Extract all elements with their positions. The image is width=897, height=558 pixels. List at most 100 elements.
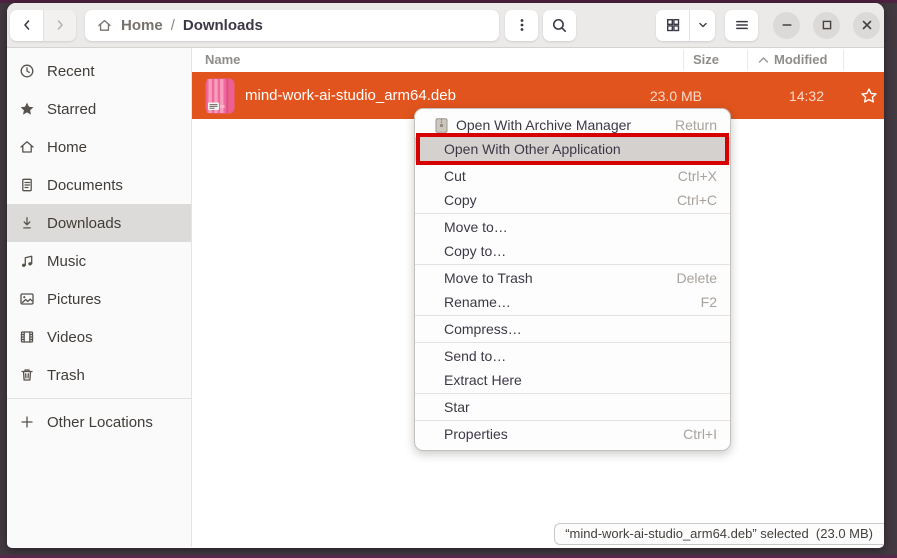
column-header-size[interactable]: Size bbox=[693, 52, 719, 67]
sidebar-item-videos[interactable]: Videos bbox=[7, 318, 191, 356]
file-name: mind-work-ai-studio_arm64.deb bbox=[245, 87, 456, 104]
grid-view-icon bbox=[665, 17, 681, 33]
menu-shortcut: Ctrl+C bbox=[677, 192, 717, 208]
menu-item-label: Extract Here bbox=[444, 372, 717, 388]
menu-separator bbox=[415, 393, 730, 394]
menu-item-copy-to[interactable]: Copy to… bbox=[415, 239, 730, 263]
sidebar-item-label: Trash bbox=[47, 367, 85, 384]
hamburger-menu-button[interactable] bbox=[725, 10, 758, 41]
minimize-icon bbox=[780, 18, 794, 32]
search-button[interactable] bbox=[543, 10, 576, 41]
column-header-modified[interactable]: Modified bbox=[758, 52, 827, 67]
recent-icon bbox=[18, 63, 35, 80]
home-icon bbox=[18, 139, 35, 156]
pictures-icon bbox=[18, 291, 35, 308]
sidebar-item-label: Other Locations bbox=[47, 414, 153, 431]
menu-shortcut: Return bbox=[675, 117, 717, 133]
archive-manager-icon bbox=[435, 118, 448, 133]
trash-icon bbox=[18, 367, 35, 384]
close-button[interactable] bbox=[853, 12, 880, 39]
sidebar-item-pictures[interactable]: Pictures bbox=[7, 280, 191, 318]
menu-item-label: Copy bbox=[444, 192, 677, 208]
breadcrumb-home[interactable]: Home bbox=[121, 17, 163, 34]
sidebar-item-downloads[interactable]: Downloads bbox=[7, 204, 191, 242]
menu-item-label: Copy to… bbox=[444, 243, 717, 259]
menu-shortcut: Delete bbox=[677, 270, 717, 286]
sidebar-item-documents[interactable]: Documents bbox=[7, 166, 191, 204]
sidebar-item-label: Home bbox=[47, 139, 87, 156]
column-divider[interactable] bbox=[843, 50, 844, 70]
breadcrumb-current[interactable]: Downloads bbox=[183, 17, 263, 34]
videos-icon bbox=[18, 329, 35, 346]
column-divider[interactable] bbox=[683, 50, 684, 70]
sidebar-separator bbox=[7, 398, 191, 399]
menu-separator bbox=[415, 342, 730, 343]
menu-item-send-to[interactable]: Send to… bbox=[415, 344, 730, 368]
menu-item-compress[interactable]: Compress… bbox=[415, 317, 730, 341]
menu-shortcut: F2 bbox=[701, 294, 717, 310]
close-icon bbox=[860, 18, 874, 32]
menu-item-move-to[interactable]: Move to… bbox=[415, 215, 730, 239]
sidebar-item-music[interactable]: Music bbox=[7, 242, 191, 280]
menu-item-star[interactable]: Star bbox=[415, 395, 730, 419]
menu-separator bbox=[415, 264, 730, 265]
column-header-name[interactable]: Name bbox=[205, 52, 240, 67]
sort-ascending-icon bbox=[758, 56, 769, 64]
desktop-background: Home / Downloads bbox=[0, 0, 897, 558]
sidebar-item-trash[interactable]: Trash bbox=[7, 356, 191, 394]
menu-item-cut[interactable]: CutCtrl+X bbox=[415, 164, 730, 188]
menu-item-rename[interactable]: Rename…F2 bbox=[415, 290, 730, 314]
sidebar-item-starred[interactable]: Starred bbox=[7, 90, 191, 128]
menu-shortcut: Ctrl+I bbox=[683, 426, 717, 442]
sidebar-item-recent[interactable]: Recent bbox=[7, 52, 191, 90]
menu-item-label: Compress… bbox=[444, 321, 717, 337]
breadcrumb-separator: / bbox=[171, 17, 175, 34]
menu-item-label: Send to… bbox=[444, 348, 717, 364]
minimize-button[interactable] bbox=[773, 12, 800, 39]
sidebar-item-label: Downloads bbox=[47, 215, 121, 232]
menu-item-label: Open With Archive Manager bbox=[456, 117, 675, 133]
menu-item-move-to-trash[interactable]: Move to TrashDelete bbox=[415, 266, 730, 290]
sidebar-item-home[interactable]: Home bbox=[7, 128, 191, 166]
sidebar-item-other-locations[interactable]: Other Locations bbox=[7, 403, 191, 441]
menu-separator bbox=[415, 420, 730, 421]
menu-separator bbox=[415, 315, 730, 316]
menu-item-label: Cut bbox=[444, 168, 678, 184]
back-button[interactable] bbox=[10, 10, 43, 41]
file-size: 23.0 MB bbox=[650, 88, 702, 104]
column-divider[interactable] bbox=[747, 50, 748, 70]
path-menu-button[interactable] bbox=[505, 10, 538, 41]
menu-shortcut: Ctrl+X bbox=[678, 168, 717, 184]
deb-package-icon bbox=[205, 78, 235, 114]
documents-icon bbox=[18, 177, 35, 194]
forward-button[interactable] bbox=[43, 10, 76, 41]
grid-view-button[interactable] bbox=[656, 10, 689, 41]
menu-item-properties[interactable]: PropertiesCtrl+I bbox=[415, 422, 730, 446]
files-window: Home / Downloads bbox=[7, 3, 884, 548]
music-icon bbox=[18, 253, 35, 270]
breadcrumb-home-icon bbox=[97, 18, 112, 33]
menu-item-label: Rename… bbox=[444, 294, 701, 310]
view-options-button[interactable] bbox=[689, 10, 715, 41]
starred-icon bbox=[18, 101, 35, 118]
sidebar-item-label: Music bbox=[47, 253, 86, 270]
sidebar-item-label: Pictures bbox=[47, 291, 101, 308]
star-toggle-icon[interactable] bbox=[860, 87, 878, 105]
titlebar: Home / Downloads bbox=[7, 3, 884, 48]
hamburger-menu-icon bbox=[734, 17, 750, 33]
menu-item-extract-here[interactable]: Extract Here bbox=[415, 368, 730, 392]
menu-item-label: Open With Other Application bbox=[444, 141, 717, 157]
menu-item-label: Star bbox=[444, 399, 717, 415]
file-list-area: Name Size Modified bbox=[192, 48, 884, 547]
file-modified-time: 14:32 bbox=[789, 88, 824, 104]
status-bar: “mind-work-ai-studio_arm64.deb” selected… bbox=[554, 523, 884, 545]
list-header: Name Size Modified bbox=[192, 48, 884, 72]
sidebar: RecentStarred Home Documents Downloads Music… bbox=[7, 48, 192, 547]
menu-item-open-with-other-application[interactable]: Open With Other Application bbox=[415, 137, 730, 161]
menu-item-open-with-archive-manager[interactable]: Open With Archive ManagerReturn bbox=[415, 113, 730, 137]
window-content: RecentStarred Home Documents Downloads Music… bbox=[7, 48, 884, 547]
plus-icon bbox=[18, 414, 35, 431]
forward-icon bbox=[52, 17, 68, 33]
maximize-button[interactable] bbox=[813, 12, 840, 39]
menu-item-copy[interactable]: CopyCtrl+C bbox=[415, 188, 730, 212]
